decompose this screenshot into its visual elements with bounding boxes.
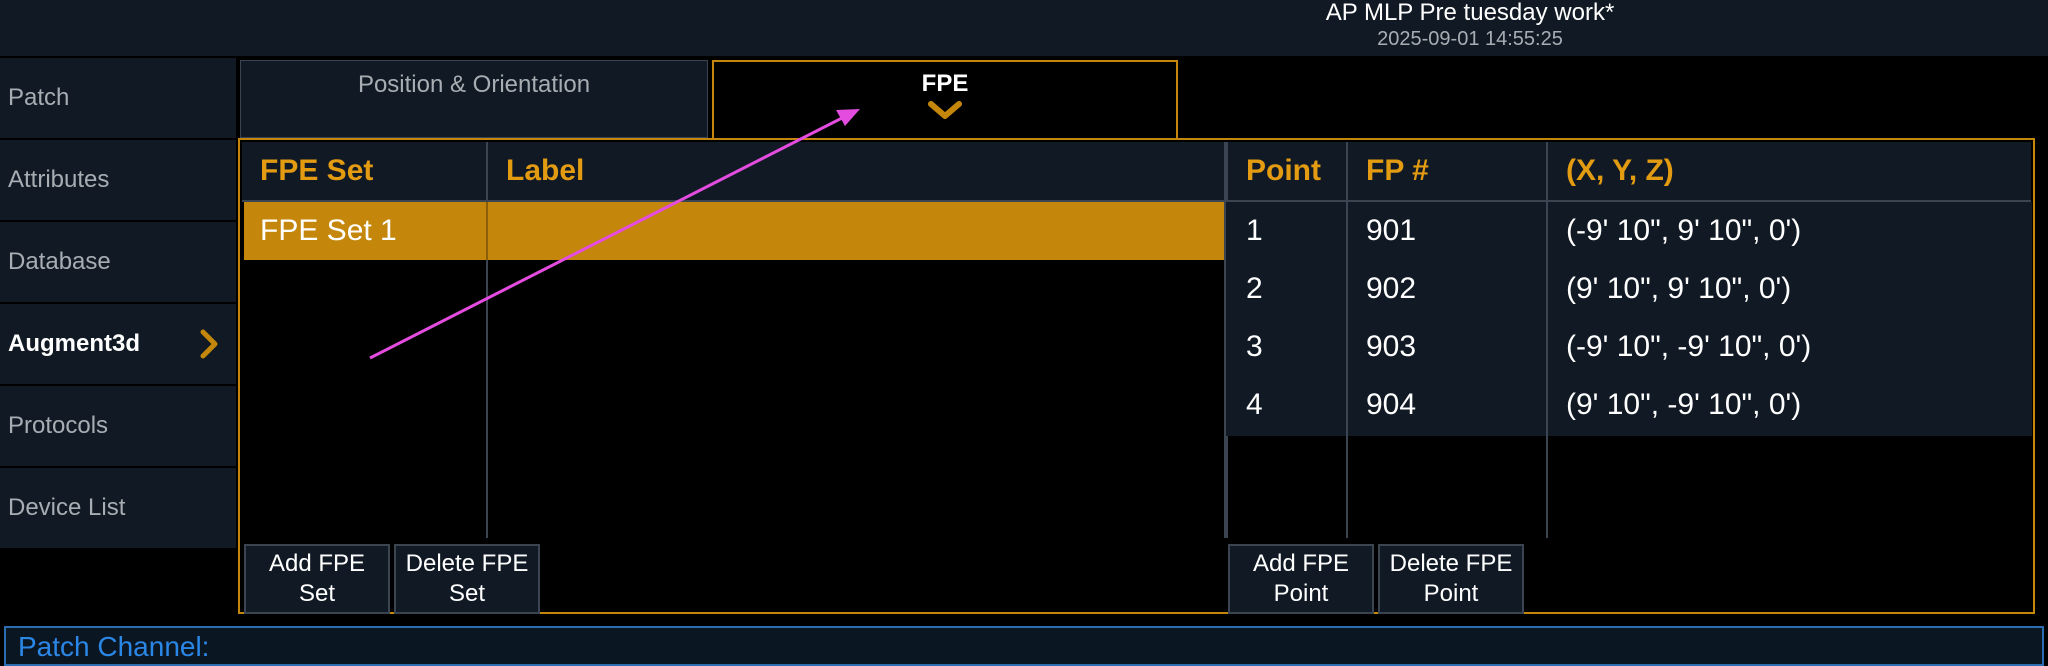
sidebar-item-label: Patch	[8, 84, 70, 111]
tab-label: FPE	[921, 70, 969, 97]
column-header-point[interactable]: Point	[1228, 142, 1346, 200]
sidebar-item-database[interactable]: Database	[0, 222, 236, 302]
button-label: Add FPE Point	[1252, 550, 1350, 607]
tab-position-orientation[interactable]: Position & Orientation	[240, 60, 708, 138]
add-fpe-set-button[interactable]: Add FPE Set	[244, 544, 390, 614]
point-cell[interactable]: 4	[1228, 376, 1346, 434]
button-label: Add FPE Set	[268, 550, 366, 607]
column-header-xyz[interactable]: (X, Y, Z)	[1548, 142, 2031, 200]
sidebar-item-label: Device List	[8, 494, 126, 521]
title-block: AP MLP Pre tuesday work* 2025-09-01 14:5…	[1240, 0, 1700, 52]
fp-number-cell[interactable]: 904	[1348, 376, 1546, 434]
xyz-cell[interactable]: (9' 10", 9' 10", 0')	[1548, 260, 2031, 318]
xyz-cell[interactable]: (-9' 10", 9' 10", 0')	[1548, 202, 2031, 260]
sidebar-item-label: Attributes	[8, 166, 110, 193]
tab-fpe[interactable]: FPE	[712, 60, 1178, 140]
fp-number-cell[interactable]: 903	[1348, 318, 1546, 376]
timestamp: 2025-09-01 14:55:25	[1377, 28, 1563, 50]
delete-fpe-set-button[interactable]: Delete FPE Set	[394, 544, 540, 614]
sidebar-item-protocols[interactable]: Protocols	[0, 386, 236, 466]
sidebar-item-attributes[interactable]: Attributes	[0, 140, 236, 220]
chevron-right-icon	[200, 329, 218, 359]
button-label: Delete FPE Set	[405, 550, 529, 607]
sidebar: Patch Attributes Database Augment3d Prot…	[0, 58, 236, 550]
point-cell[interactable]: 3	[1228, 318, 1346, 376]
command-line[interactable]: Patch Channel:	[4, 626, 2044, 666]
fp-number-cell[interactable]: 901	[1348, 202, 1546, 260]
add-fpe-point-button[interactable]: Add FPE Point	[1228, 544, 1374, 614]
point-cell[interactable]: 1	[1228, 202, 1346, 260]
top-bar: AP MLP Pre tuesday work* 2025-09-01 14:5…	[0, 0, 2048, 57]
sidebar-item-device-list[interactable]: Device List	[0, 468, 236, 548]
fp-number-cell[interactable]: 902	[1348, 260, 1546, 318]
point-cell[interactable]: 2	[1228, 260, 1346, 318]
fpe-set-cell[interactable]: FPE Set 1	[242, 202, 486, 260]
column-header-fpe-set[interactable]: FPE Set	[242, 142, 486, 200]
button-label: Delete FPE Point	[1389, 550, 1513, 607]
delete-fpe-point-button[interactable]: Delete FPE Point	[1378, 544, 1524, 614]
sidebar-item-augment3d[interactable]: Augment3d	[0, 304, 236, 384]
show-title: AP MLP Pre tuesday work*	[1325, 0, 1615, 26]
sidebar-item-patch[interactable]: Patch	[0, 58, 236, 138]
xyz-cell[interactable]: (9' 10", -9' 10", 0')	[1548, 376, 2031, 434]
sidebar-item-label: Protocols	[8, 412, 109, 439]
tab-label: Position & Orientation	[357, 71, 591, 98]
fpe-panel: FPE Set Label FPE Set 1 Point FP # (X, Y…	[238, 138, 2035, 614]
sidebar-item-label: Database	[8, 248, 111, 275]
column-header-label[interactable]: Label	[488, 142, 1224, 200]
column-header-fp-number[interactable]: FP #	[1348, 142, 1546, 200]
xyz-cell[interactable]: (-9' 10", -9' 10", 0')	[1548, 318, 2031, 376]
command-line-text: Patch Channel:	[18, 631, 210, 662]
chevron-down-icon	[925, 100, 965, 122]
sidebar-item-label: Augment3d	[8, 330, 140, 357]
fpe-label-cell[interactable]	[488, 202, 1224, 260]
